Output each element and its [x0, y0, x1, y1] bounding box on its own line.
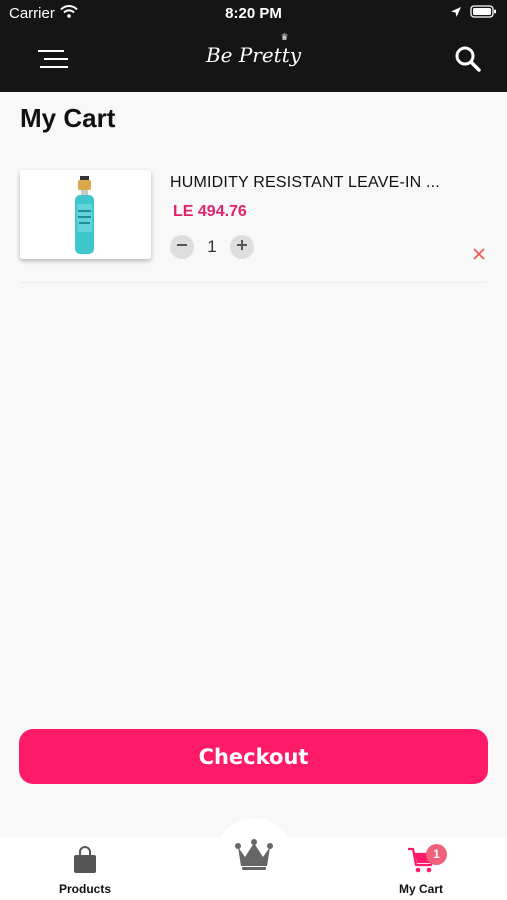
- tab-home-crown[interactable]: [216, 818, 292, 894]
- search-button[interactable]: [453, 44, 483, 74]
- close-icon: [471, 248, 487, 266]
- brand-name: Be Pretty: [205, 43, 302, 67]
- search-icon: [453, 46, 483, 78]
- status-bar: Carrier 8:20 PM: [0, 0, 507, 28]
- logo-crown-icon: ♛: [280, 33, 289, 43]
- product-image[interactable]: [20, 170, 151, 259]
- cart-count-badge: 1: [426, 844, 447, 865]
- brand-logo: ♛ Be Pretty: [0, 33, 507, 68]
- cart-item: HUMIDITY RESISTANT LEAVE-IN ... LE 494.7…: [20, 170, 487, 283]
- status-right-group: [450, 5, 497, 22]
- crown-icon: [235, 837, 273, 876]
- tab-products[interactable]: Products: [30, 846, 140, 896]
- page-title: My Cart: [20, 103, 116, 133]
- tab-products-label: Products: [58, 882, 111, 896]
- decrease-quantity-button[interactable]: [170, 235, 194, 259]
- nav-header: ♛ Be Pretty: [0, 28, 507, 92]
- quantity-value: 1: [207, 237, 217, 256]
- increase-quantity-button[interactable]: [230, 235, 254, 259]
- tab-my-cart-label: My Cart: [398, 882, 443, 896]
- quantity-stepper: 1: [170, 235, 254, 259]
- product-price: LE 494.76: [173, 203, 247, 220]
- product-name[interactable]: HUMIDITY RESISTANT LEAVE-IN ...: [170, 174, 440, 192]
- product-bottle-image: [75, 176, 94, 254]
- shopping-bag-icon: [72, 846, 98, 878]
- battery-icon: [470, 5, 497, 22]
- location-arrow-icon: [450, 5, 462, 22]
- remove-item-button[interactable]: [471, 246, 487, 262]
- checkout-button[interactable]: Checkout: [19, 729, 488, 784]
- plus-icon: [235, 238, 249, 257]
- tab-my-cart[interactable]: My Cart: [366, 846, 476, 896]
- minus-icon: [175, 238, 189, 257]
- status-time: 8:20 PM: [225, 5, 282, 22]
